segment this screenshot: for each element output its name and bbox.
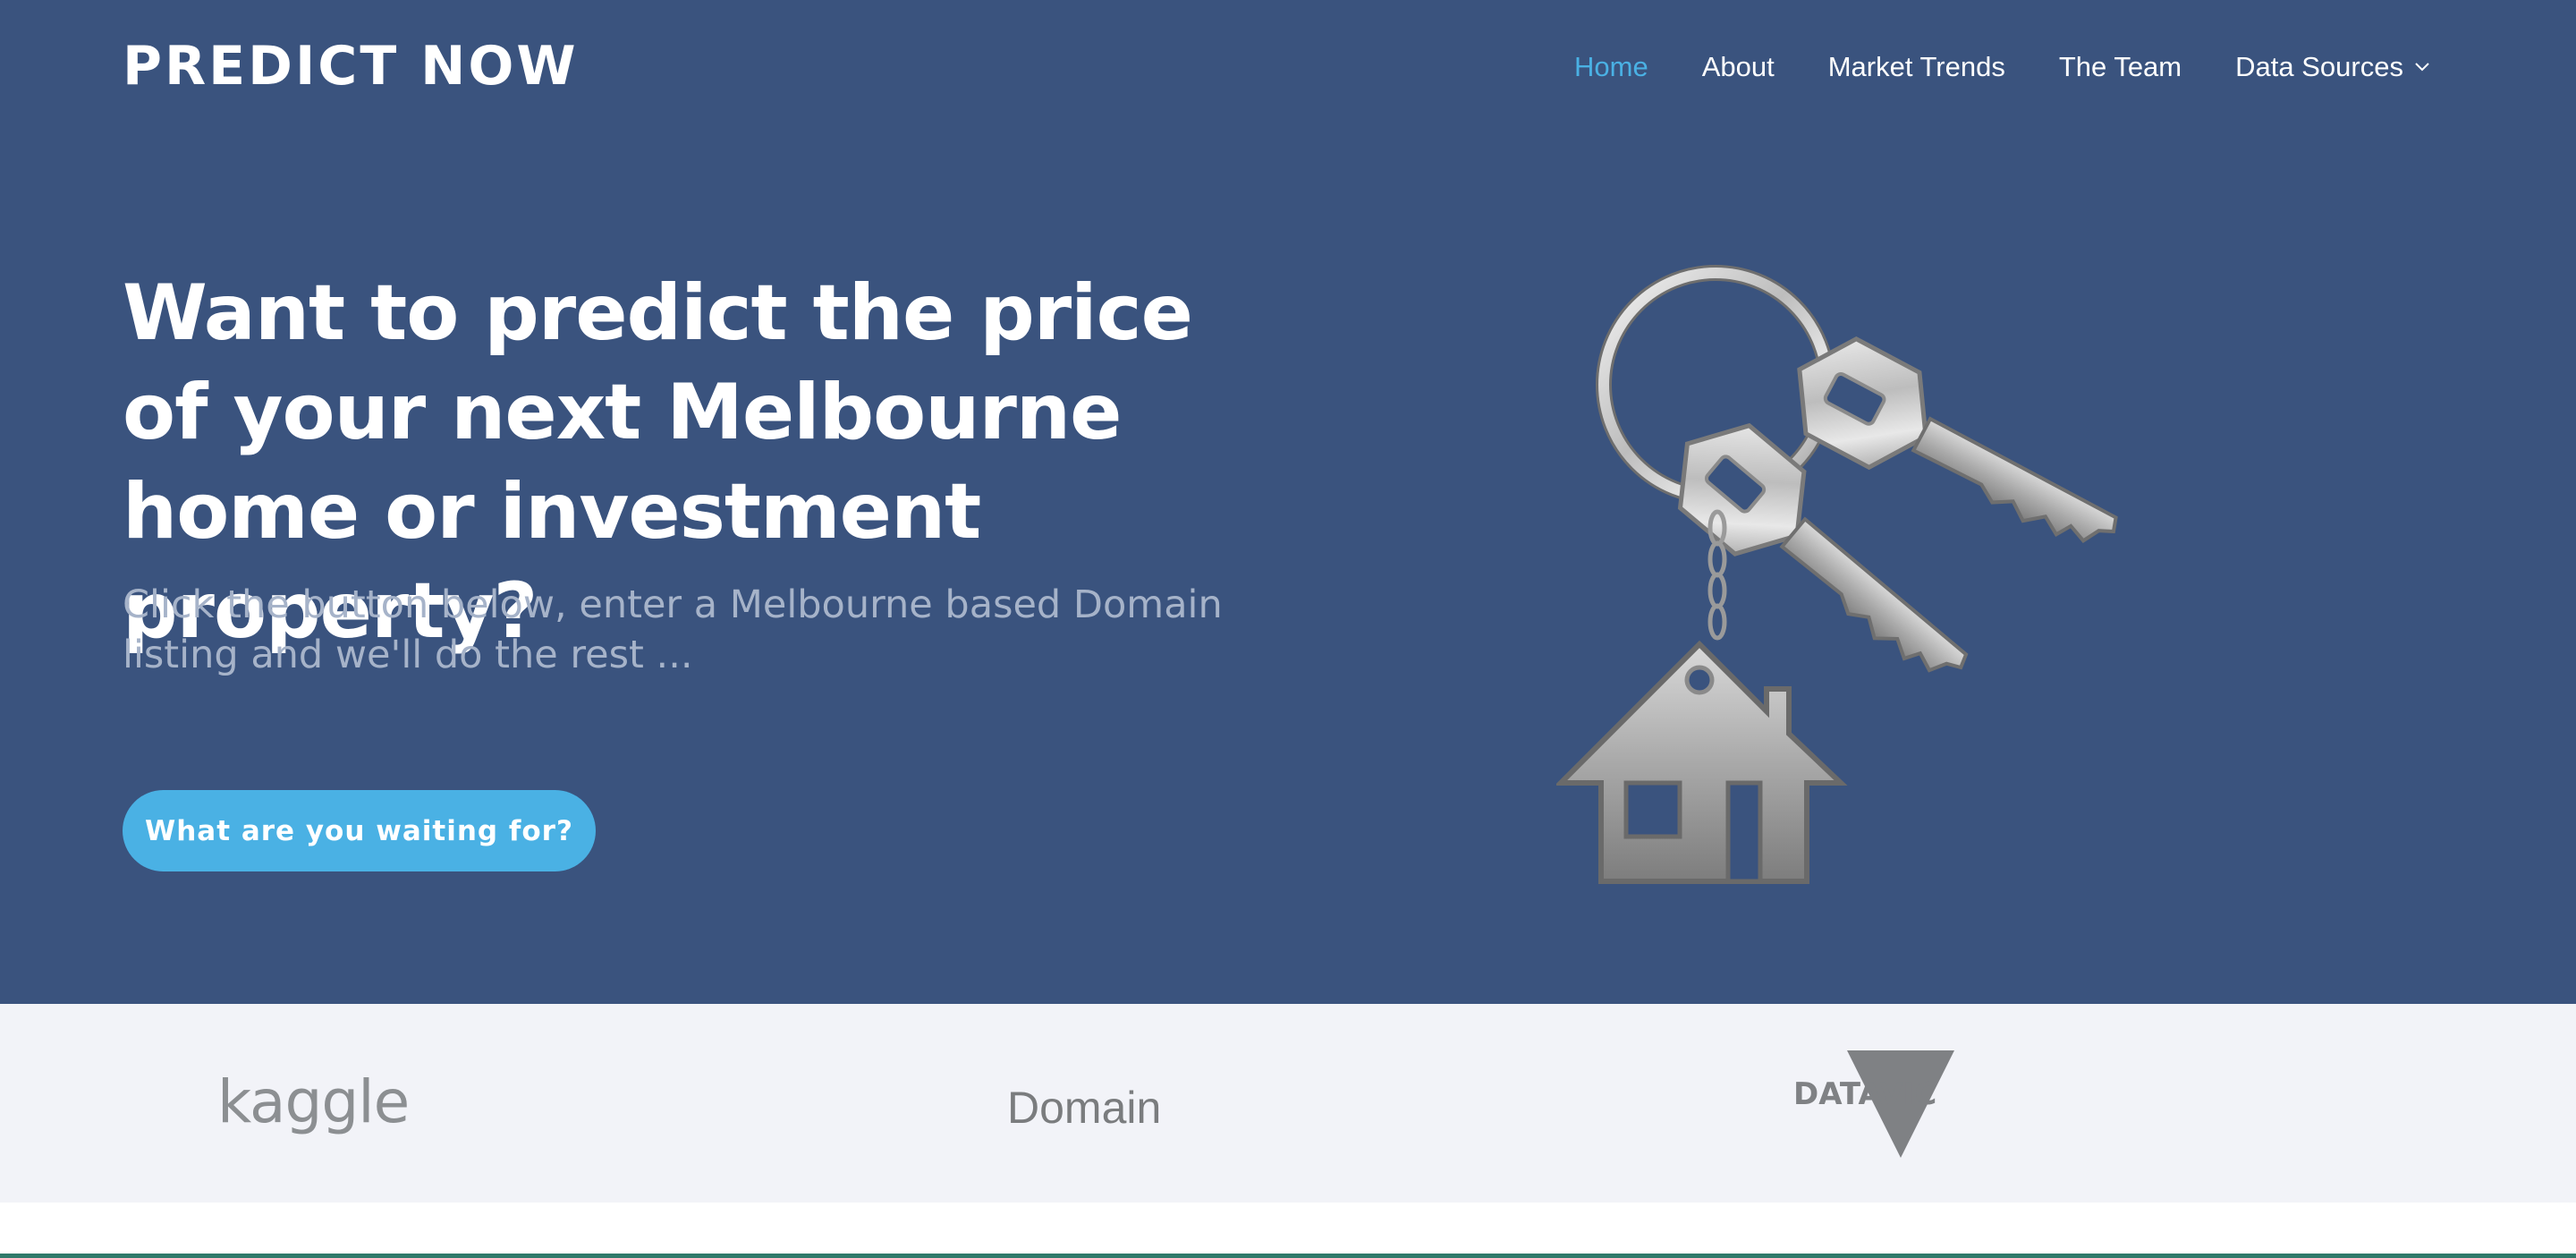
datavic-logo: DATAVIC <box>1793 1050 1954 1158</box>
datavic-logo-text: DATAVIC <box>1793 1076 1936 1112</box>
nav-the-team[interactable]: The Team <box>2059 51 2182 83</box>
nav-about[interactable]: About <box>1702 51 1775 83</box>
chevron-down-icon <box>2415 63 2429 72</box>
cta-button[interactable]: What are you waiting for? <box>123 790 596 871</box>
domain-logo: Domain <box>1007 1083 1162 1133</box>
main-nav: Home About Market Trends The Team Data S… <box>1574 45 2432 89</box>
brand-logo[interactable]: PREDICT NOW <box>123 34 579 98</box>
nav-data-sources-label: Data Sources <box>2235 51 2403 82</box>
nav-data-sources[interactable]: Data Sources <box>2235 51 2432 83</box>
hero-section: PREDICT NOW Home About Market Trends The… <box>0 0 2576 1004</box>
page-bottom-divider <box>0 1254 2576 1258</box>
house-keys-illustration <box>1556 265 2118 884</box>
kaggle-logo: kaggle <box>217 1067 410 1136</box>
nav-home[interactable]: Home <box>1574 51 1648 83</box>
data-source-logos: kaggle Domain DATAVIC <box>0 1004 2576 1203</box>
hero-subheadline: Click the button below, enter a Melbourn… <box>123 582 1223 677</box>
nav-market-trends[interactable]: Market Trends <box>1828 51 2005 83</box>
